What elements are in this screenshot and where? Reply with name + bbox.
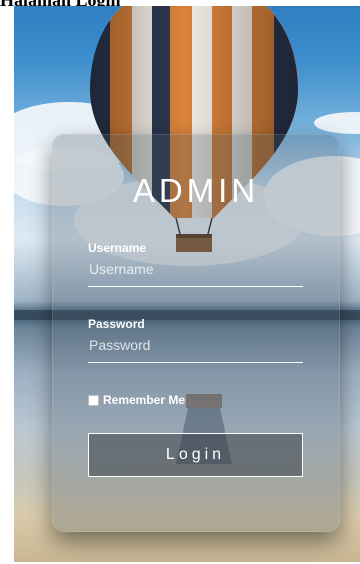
username-input[interactable] xyxy=(88,259,303,287)
password-input[interactable] xyxy=(88,335,303,363)
remember-me-checkbox[interactable] xyxy=(88,394,99,406)
password-field-group: Password xyxy=(88,317,303,363)
username-label: Username xyxy=(88,241,147,255)
remember-me[interactable]: Remember Me xyxy=(88,393,185,407)
cloud-right xyxy=(314,112,360,134)
login-button[interactable]: Login xyxy=(88,433,303,477)
username-field-group: Username xyxy=(88,241,303,287)
login-card: ADMIN Username Password Remember Me Logi… xyxy=(52,134,340,532)
login-title: ADMIN xyxy=(132,172,260,209)
password-label: Password xyxy=(88,317,145,331)
remember-me-label: Remember Me xyxy=(103,393,186,407)
